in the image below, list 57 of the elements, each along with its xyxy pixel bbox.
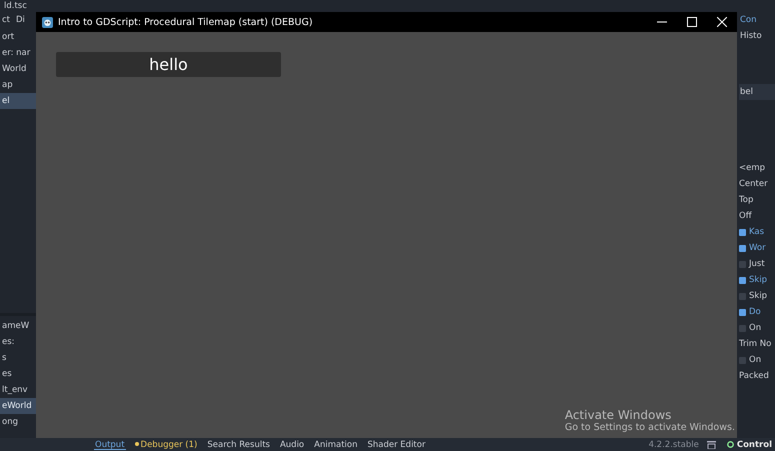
scene-tab[interactable]: ld.tsc [2, 0, 29, 14]
property-label: Kas [749, 227, 764, 237]
notice-title: Activate Windows [564, 408, 672, 422]
tree-item[interactable]: ong [0, 414, 20, 430]
panel-tab[interactable]: Animation [313, 440, 358, 450]
checkbox[interactable] [739, 292, 746, 300]
tree-item[interactable]: ort [0, 29, 16, 45]
tree-item[interactable]: es: [0, 334, 17, 350]
property-value: Off [739, 211, 752, 221]
panel-tab[interactable]: Audio [278, 440, 306, 450]
menu-item[interactable]: ct [2, 15, 10, 25]
tree-item[interactable]: lt_env [0, 382, 30, 398]
tree-item[interactable]: World [0, 61, 28, 77]
tree-item[interactable]: el [0, 93, 36, 109]
property-label: Skip [749, 291, 768, 301]
close-icon [717, 17, 727, 27]
property-value: Packed [739, 371, 769, 381]
checkbox[interactable] [739, 324, 746, 332]
property-label: Just [749, 259, 765, 269]
property-label: Do [749, 307, 761, 317]
checkbox[interactable] [739, 228, 746, 236]
notice-subtitle: Go to Settings to activate Windows. [564, 422, 735, 433]
checkbox[interactable] [739, 260, 746, 268]
hello-label: hello [56, 52, 281, 77]
panel-tab[interactable]: Shader Editor [366, 440, 426, 450]
checkbox[interactable] [739, 356, 746, 364]
checkbox[interactable] [739, 276, 746, 284]
tree-item[interactable]: ameW [0, 318, 32, 334]
tree-item[interactable]: ap [0, 77, 15, 93]
panel-tab[interactable]: Debugger (1) [134, 440, 198, 450]
checkbox[interactable] [739, 308, 746, 316]
property-label: Skip [749, 275, 768, 285]
property-value: <emp [739, 163, 766, 173]
maximize-icon [687, 17, 697, 27]
version-label: 4.2.2.stable [648, 440, 699, 450]
panel-tab[interactable]: Search Results [206, 440, 271, 450]
dock-tab[interactable]: Con [739, 12, 775, 28]
checkbox[interactable] [739, 244, 746, 252]
menu-item[interactable]: Di [16, 15, 25, 25]
window-title: Intro to GDScript: Procedural Tilemap (start) (DEBUG) [58, 16, 314, 28]
panel-tab[interactable]: Output [94, 440, 126, 450]
circle-icon [726, 441, 734, 448]
node-type-label: Control [724, 440, 775, 450]
tree-item[interactable]: er: nar [0, 45, 32, 61]
tree-item[interactable]: es [0, 366, 14, 382]
property-value: Trim No [739, 339, 772, 349]
dock-tab[interactable]: Histo [739, 28, 775, 44]
app-icon [42, 16, 53, 28]
property-label: On [749, 355, 762, 365]
property-value: Center [739, 179, 768, 189]
property-value: Top [739, 195, 754, 205]
layout-icon[interactable] [706, 440, 716, 448]
tree-item[interactable]: eWorld [0, 398, 36, 414]
property-label: Wor [749, 243, 766, 253]
tree-item[interactable]: s [0, 350, 8, 366]
property-label: On [749, 323, 762, 333]
node-header: bel [739, 84, 775, 100]
